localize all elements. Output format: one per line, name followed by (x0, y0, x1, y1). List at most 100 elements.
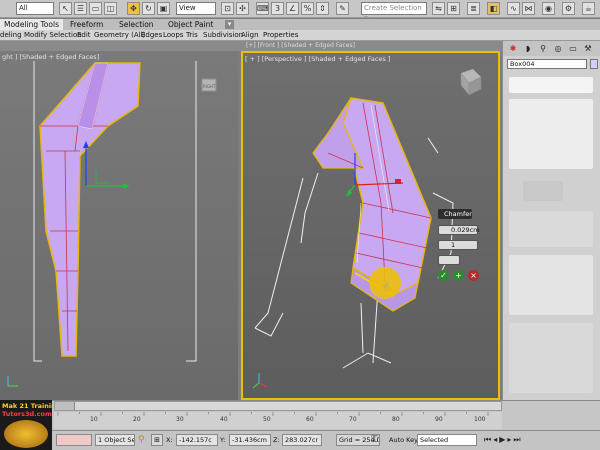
ribbon-panel-modify-selection[interactable]: Modify Selection (24, 30, 82, 41)
x-coordinate-field[interactable]: -142.157c (176, 434, 218, 446)
front-viewport-label[interactable]: [+] [Front ] [Shaded + Edged Faces] (246, 42, 355, 49)
key-filter-dropdown[interactable]: Selected (417, 434, 477, 446)
ribbon-panel-edit[interactable]: Edit (77, 30, 91, 41)
key-icon[interactable]: ⚿ (371, 434, 383, 446)
spinner-snap-icon[interactable]: ⇕ (316, 2, 329, 15)
select-region-icon[interactable]: ▭ (89, 2, 102, 15)
left-viewport-scene: RIGHT (7, 61, 217, 387)
chamfer-segments-field[interactable]: 1 (438, 240, 478, 250)
edit-named-selection-icon[interactable]: ✎ (336, 2, 349, 15)
plus-icon[interactable]: + (453, 270, 464, 281)
select-object-icon[interactable]: ↖ (59, 2, 72, 15)
command-panel-tabs: ✱ ◗ ⚲ ◎ ▭ ⚒ (503, 41, 600, 56)
percent-snap-icon[interactable]: % (301, 2, 314, 15)
tab-freeform[interactable]: Freeform (70, 19, 103, 30)
graphite-toggle-icon[interactable]: ◧ (487, 2, 500, 15)
chamfer-open-toggle[interactable] (438, 255, 460, 265)
ribbon-minimize-icon[interactable]: ▾ (225, 20, 234, 29)
auto-key-button[interactable]: Auto Key (389, 435, 418, 445)
window-crossing-icon[interactable]: ◫ (104, 2, 117, 15)
ribbon-panel-edges[interactable]: Edges (141, 30, 162, 41)
ribbon-panel-subdivision[interactable]: Subdivision (203, 30, 243, 41)
chamfer-amount-value: 0.029cm (451, 226, 480, 234)
material-editor-icon[interactable]: ◉ (542, 2, 555, 15)
modifier-stack-blurred (509, 99, 593, 169)
display-tab-icon[interactable]: ▭ (567, 43, 579, 54)
track-bar[interactable]: 10 20 30 40 50 60 70 80 90 100 (54, 412, 502, 429)
chamfer-amount-field[interactable]: 0.029cm (438, 225, 480, 235)
modifier-list-blurred (509, 77, 593, 93)
tab-object-paint[interactable]: Object Paint (168, 19, 213, 30)
ribbon-panel-tris[interactable]: Tris (186, 30, 198, 41)
mirror-icon[interactable]: ⇋ (432, 2, 445, 15)
schematic-view-icon[interactable]: ⋈ (522, 2, 535, 15)
select-rotate-icon[interactable]: ↻ (142, 2, 155, 15)
object-color-swatch[interactable] (590, 59, 598, 69)
caddy-title[interactable]: Chamfer (438, 209, 472, 219)
ribbon-panel-properties[interactable]: Properties (263, 30, 298, 41)
selection-filter-dropdown[interactable]: All (16, 2, 54, 15)
absolute-mode-icon[interactable]: ⊞ (151, 434, 163, 446)
select-scale-icon[interactable]: ▣ (157, 2, 170, 15)
z-coordinate-field[interactable]: 283.027cr (282, 434, 322, 446)
angle-snap-icon[interactable]: ∠ (286, 2, 299, 15)
ribbon-panel-geometry[interactable]: Geometry (All) (94, 30, 145, 41)
ribbon-panel-bar: deling Modify Selection Edit Geometry (A… (0, 30, 600, 41)
svg-text:RIGHT: RIGHT (203, 84, 216, 89)
object-name-field[interactable]: Box004 (507, 59, 587, 69)
create-tab-icon[interactable]: ✱ (507, 43, 519, 54)
tab-modeling-tools[interactable]: Modeling Tools (0, 19, 63, 30)
pivot-center-icon[interactable]: ⊡ (221, 2, 234, 15)
hierarchy-tab-icon[interactable]: ⚲ (537, 43, 549, 54)
maxscript-listener-field[interactable] (56, 434, 92, 446)
rollout-blurred-3 (509, 323, 593, 393)
keyboard-shortcut-icon[interactable]: ⌨ (256, 2, 269, 15)
y-coordinate-field[interactable]: -31.436cm (229, 434, 271, 446)
timeline-tick: 60 (306, 416, 314, 423)
timeline-tick: 100 (474, 416, 486, 423)
x-label: X: (166, 436, 173, 444)
ribbon-panel-modeling[interactable]: deling (0, 30, 22, 41)
timeline-tick: 10 (90, 416, 98, 423)
selection-lock-icon[interactable]: ⚲ (138, 434, 148, 446)
timeline-tick: 30 (176, 416, 184, 423)
select-manipulate-icon[interactable]: ✣ (236, 2, 249, 15)
modify-tab-icon[interactable]: ◗ (522, 43, 534, 54)
status-bar: 1 Object Selec ⚲ ⊞ X: -142.157c Y: -31.4… (0, 430, 600, 450)
align-icon[interactable]: ⊞ (447, 2, 460, 15)
timeline-tick: 90 (435, 416, 443, 423)
rollout-blurred-1 (509, 211, 593, 247)
rollout-blurred-2 (509, 255, 593, 315)
check-icon[interactable]: ✓ (438, 270, 449, 281)
snap-toggle-icon[interactable]: 3 (271, 2, 284, 15)
mouse-cursor-icon: ☝ (383, 280, 390, 293)
tab-selection[interactable]: Selection (119, 19, 154, 30)
playback-controls[interactable]: ⏮◂▶▸⏭ (484, 433, 596, 447)
left-mesh (39, 62, 141, 357)
reference-coordinate-dropdown[interactable]: View (176, 2, 216, 15)
ribbon-panel-loops[interactable]: Loops (163, 30, 183, 41)
render-icon[interactable]: ☕ (582, 2, 595, 15)
left-viewport[interactable]: ght ] [Shaded + Edged Faces] RIGHT (0, 51, 238, 400)
ribbon-panel-align[interactable]: Align (241, 30, 259, 41)
motion-tab-icon[interactable]: ◎ (552, 43, 564, 54)
logo-emblem (4, 420, 48, 448)
z-label: Z: (273, 436, 280, 444)
chamfer-caddy: Chamfer 0.029cm 1 ✓ + × (438, 209, 484, 285)
time-slider[interactable] (54, 401, 502, 411)
utilities-tab-icon[interactable]: ⚒ (582, 43, 594, 54)
caddy-title-label: Chamfer (444, 210, 472, 218)
stack-controls-blurred (523, 181, 563, 201)
select-move-icon[interactable]: ✥ (127, 2, 140, 15)
logo-line-2: Tutors3d.com (2, 410, 52, 418)
select-by-name-icon[interactable]: ☰ (74, 2, 87, 15)
x-icon[interactable]: × (468, 270, 479, 281)
named-selection-set-dropdown[interactable]: Create Selection Se (361, 2, 427, 23)
chamfer-segments-value: 1 (451, 241, 456, 249)
curve-editor-icon[interactable]: ∿ (507, 2, 520, 15)
ribbon-tab-bar: Modeling Tools Freeform Selection Object… (0, 19, 600, 30)
time-slider-thumb[interactable] (55, 402, 75, 410)
timeline-tick: 50 (263, 416, 271, 423)
render-setup-icon[interactable]: ⚙ (562, 2, 575, 15)
layer-manager-icon[interactable]: ≣ (467, 2, 480, 15)
